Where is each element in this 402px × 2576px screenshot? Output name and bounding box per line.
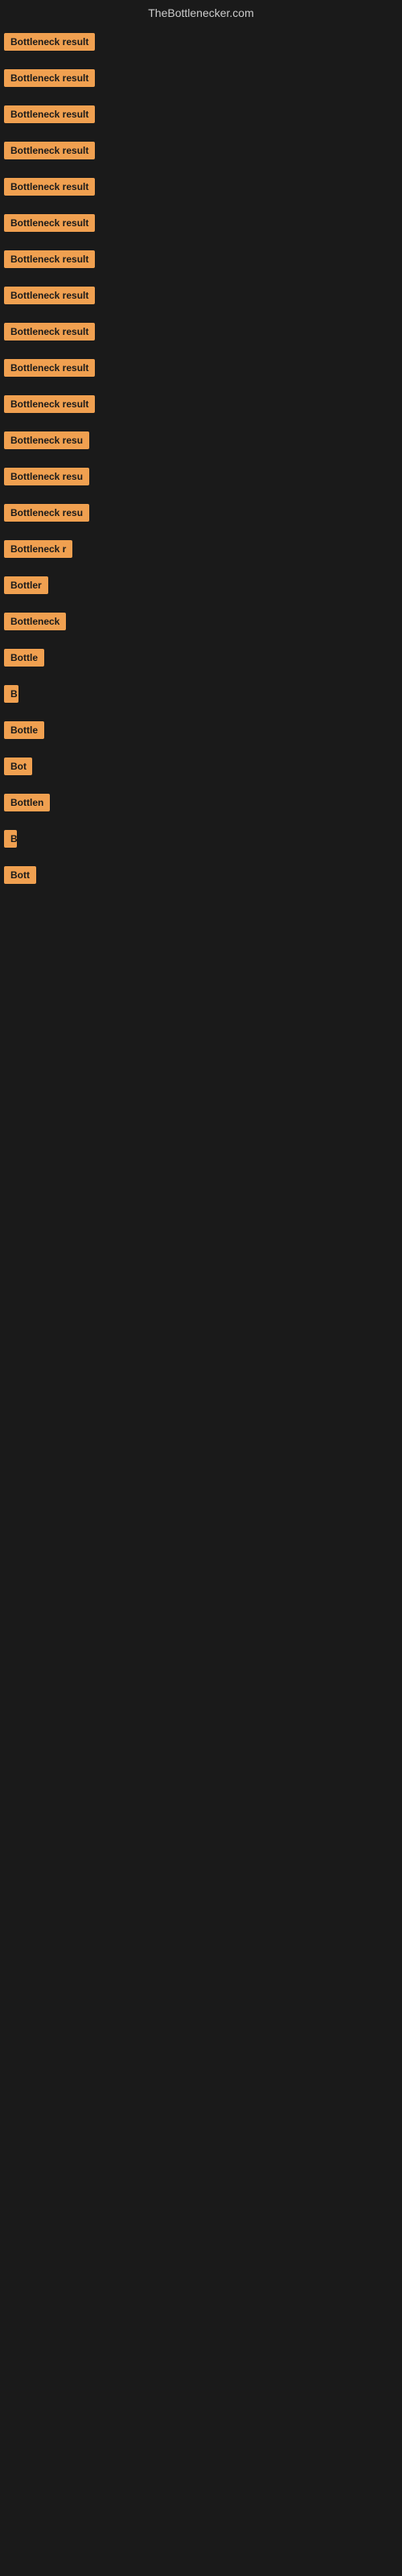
list-item: Bottleneck result (4, 33, 398, 55)
bottleneck-badge[interactable]: Bott (4, 866, 36, 884)
bottleneck-badge[interactable]: Bottleneck result (4, 142, 95, 159)
list-item: Bottleneck resu (4, 431, 398, 453)
bottleneck-badge[interactable]: Bottleneck result (4, 287, 95, 304)
list-item: Bottleneck (4, 613, 398, 634)
bottleneck-badge[interactable]: B (4, 830, 17, 848)
list-item: Bottleneck result (4, 395, 398, 417)
bottleneck-badge[interactable]: Bottleneck resu (4, 504, 89, 522)
bottleneck-badge[interactable]: Bottleneck r (4, 540, 72, 558)
list-item: Bott (4, 866, 398, 888)
bottleneck-badge[interactable]: Bottleneck result (4, 105, 95, 123)
bottleneck-badge[interactable]: Bottleneck result (4, 33, 95, 51)
list-item: Bottleneck result (4, 250, 398, 272)
bottleneck-badge[interactable]: Bottleneck result (4, 395, 95, 413)
bottleneck-badge[interactable]: Bottleneck result (4, 359, 95, 377)
list-item: Bottlen (4, 794, 398, 815)
bottleneck-badge[interactable]: Bottleneck (4, 613, 66, 630)
bottleneck-badge[interactable]: Bottleneck result (4, 323, 95, 341)
list-item: Bottleneck result (4, 214, 398, 236)
list-item: Bottleneck result (4, 287, 398, 308)
bottleneck-badge[interactable]: B (4, 685, 18, 703)
list-item: Bottle (4, 649, 398, 671)
list-item: Bottler (4, 576, 398, 598)
list-item: Bottleneck result (4, 359, 398, 381)
list-item: Bottleneck resu (4, 468, 398, 489)
list-item: Bottleneck result (4, 105, 398, 127)
list-item: Bottleneck result (4, 142, 398, 163)
list-item: Bottleneck result (4, 69, 398, 91)
bottleneck-badge[interactable]: Bottlen (4, 794, 50, 811)
bottleneck-badge[interactable]: Bottle (4, 721, 44, 739)
list-item: B (4, 830, 398, 852)
bottleneck-badge[interactable]: Bottleneck result (4, 178, 95, 196)
bottleneck-badge[interactable]: Bottleneck resu (4, 431, 89, 449)
bottleneck-badge[interactable]: Bottleneck result (4, 69, 95, 87)
list-item: Bottleneck resu (4, 504, 398, 526)
list-item: B (4, 685, 398, 707)
list-item: Bottleneck r (4, 540, 398, 562)
site-title-bar: TheBottlenecker.com (0, 0, 402, 29)
bottleneck-badge[interactable]: Bottleneck result (4, 214, 95, 232)
list-item: Bottleneck result (4, 323, 398, 345)
bottleneck-badge[interactable]: Bot (4, 758, 32, 775)
bottleneck-badge[interactable]: Bottler (4, 576, 48, 594)
bottleneck-list: Bottleneck result Bottleneck result Bottle… (0, 29, 402, 888)
list-item: Bottleneck result (4, 178, 398, 200)
list-item: Bot (4, 758, 398, 779)
bottleneck-badge[interactable]: Bottleneck resu (4, 468, 89, 485)
site-title: TheBottlenecker.com (0, 0, 402, 29)
list-item: Bottle (4, 721, 398, 743)
bottleneck-badge[interactable]: Bottle (4, 649, 44, 667)
bottleneck-badge[interactable]: Bottleneck result (4, 250, 95, 268)
